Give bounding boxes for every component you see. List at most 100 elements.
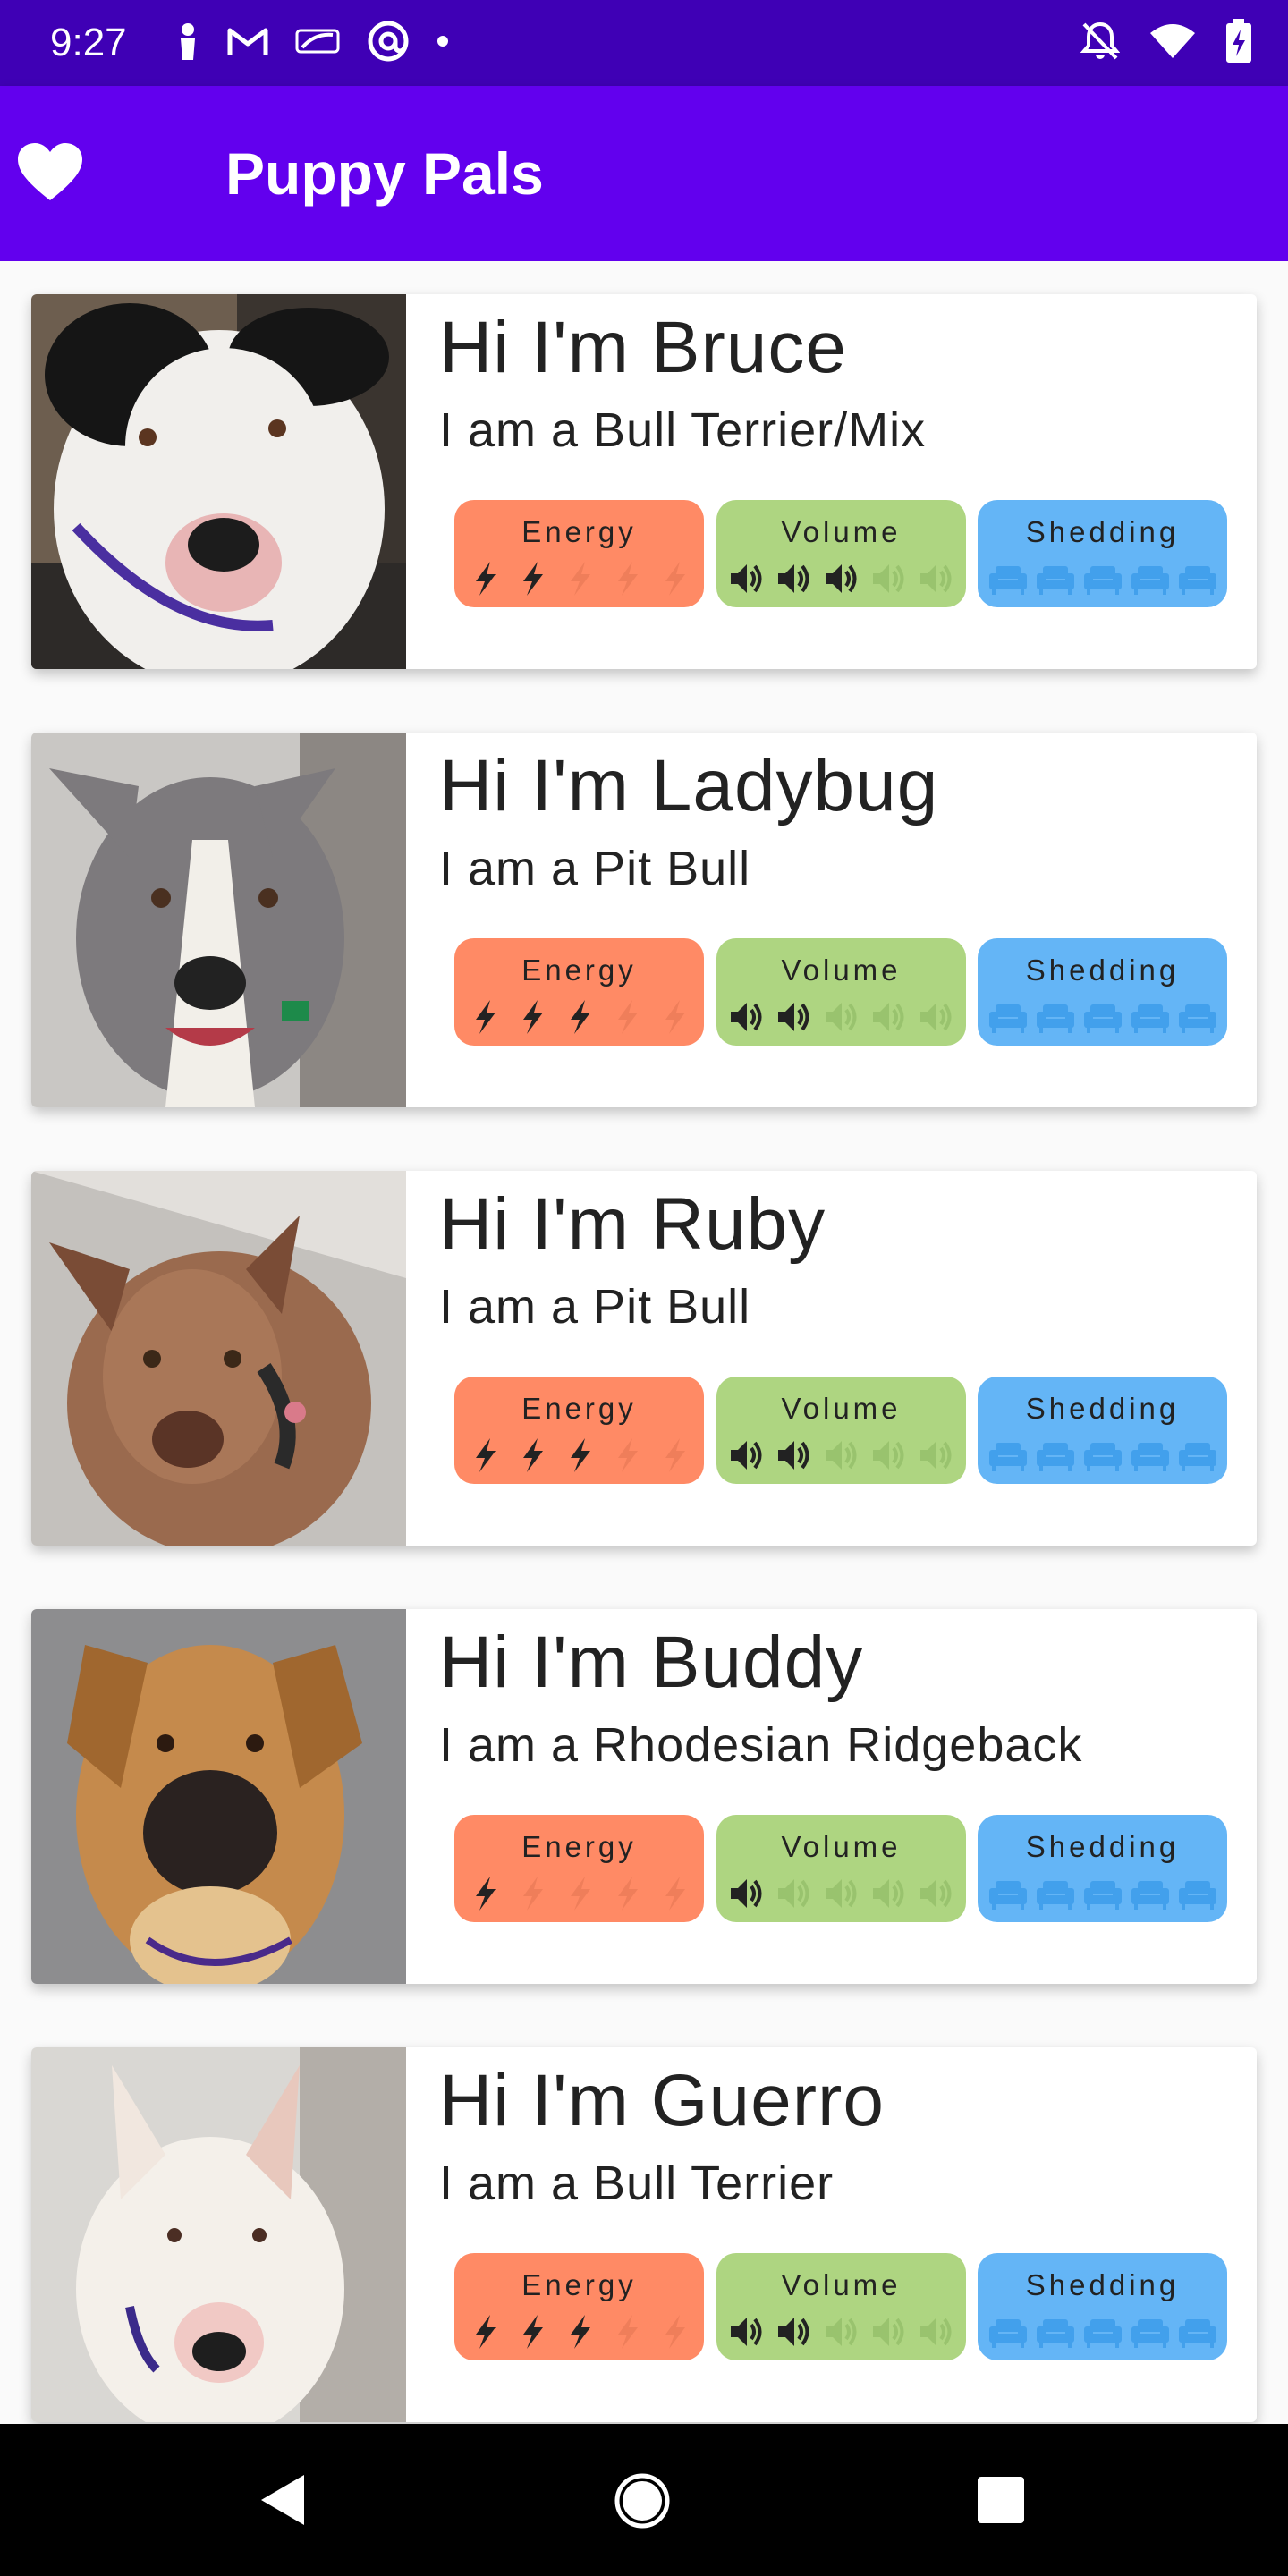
shedding-rating: Shedding	[978, 500, 1227, 607]
couch-icon	[988, 2319, 1027, 2348]
couch-icon	[988, 1004, 1027, 1033]
lightning-bolt-icon	[570, 1000, 590, 1034]
volume-icon	[919, 1003, 951, 1031]
couch-icon	[988, 1881, 1027, 1910]
battery-charging-icon	[1225, 18, 1252, 68]
dog-name: Hi I'm Buddy	[439, 1622, 864, 1703]
home-icon[interactable]	[614, 2472, 671, 2534]
dog-breed: I am a Pit Bull	[439, 1280, 751, 1334]
couch-icon	[1036, 566, 1074, 595]
couch-icon	[1178, 566, 1216, 595]
shedding-label: Shedding	[1025, 1830, 1180, 1863]
volume-icon	[825, 2318, 856, 2346]
volume-label: Volume	[781, 2268, 902, 2301]
couch-icon	[1178, 2319, 1216, 2348]
dot-icon	[436, 35, 449, 52]
dog-card[interactable]: Hi I'm Guerro I am a Bull Terrier Energy…	[31, 2047, 1257, 2422]
dog-name: Hi I'm Bruce	[439, 307, 847, 388]
dog-card[interactable]: Hi I'm Bruce I am a Bull Terrier/Mix Ene…	[31, 294, 1257, 669]
volume-icon	[872, 1879, 903, 1908]
notifications-off-icon	[1080, 21, 1121, 66]
volume-icon	[919, 2318, 951, 2346]
energy-rating: Energy	[454, 2253, 704, 2360]
volume-label: Volume	[781, 1392, 902, 1425]
shedding-rating: Shedding	[978, 1815, 1227, 1922]
volume-icons	[716, 2312, 966, 2351]
couch-icon	[1131, 1881, 1169, 1910]
couch-icon	[988, 1443, 1027, 1471]
volume-icon	[777, 1879, 809, 1908]
lightning-bolt-icon	[475, 562, 496, 596]
shedding-icons	[978, 559, 1227, 598]
shedding-rating: Shedding	[978, 2253, 1227, 2360]
back-icon[interactable]	[258, 2473, 308, 2531]
volume-icon	[777, 2318, 809, 2346]
volume-icons	[716, 997, 966, 1037]
couch-icon	[1083, 2319, 1122, 2348]
dog-card[interactable]: Hi I'm Ruby I am a Pit Bull Energy Volum…	[31, 1171, 1257, 1546]
volume-icon	[919, 1879, 951, 1908]
lightning-bolt-icon	[522, 2315, 543, 2349]
lightning-bolt-icon	[570, 1877, 590, 1911]
lightning-bolt-icon	[665, 562, 685, 596]
lightning-bolt-icon	[522, 1000, 543, 1034]
energy-rating: Energy	[454, 1815, 704, 1922]
volume-icons	[716, 1436, 966, 1475]
dog-card[interactable]: Hi I'm Ladybug I am a Pit Bull Energy Vo…	[31, 733, 1257, 1107]
couch-icon	[1131, 2319, 1169, 2348]
couch-icon	[1083, 566, 1122, 595]
couch-icon	[1036, 1004, 1074, 1033]
couch-icon	[1036, 1881, 1074, 1910]
volume-label: Volume	[781, 515, 902, 548]
couch-icon	[1178, 1443, 1216, 1471]
volume-icons	[716, 559, 966, 598]
volume-icon	[777, 564, 809, 593]
couch-icon	[1178, 1004, 1216, 1033]
shedding-icons	[978, 2312, 1227, 2351]
volume-icon	[825, 1003, 856, 1031]
lightning-bolt-icon	[617, 2315, 638, 2349]
couch-icon	[1131, 1443, 1169, 1471]
shedding-label: Shedding	[1025, 2268, 1180, 2301]
lightning-bolt-icon	[570, 1438, 590, 1472]
dog-name: Hi I'm Ruby	[439, 1183, 826, 1265]
volume-icon	[730, 2318, 761, 2346]
couch-icon	[1083, 1004, 1122, 1033]
dog-card[interactable]: Hi I'm Buddy I am a Rhodesian Ridgeback …	[31, 1609, 1257, 1984]
dog-breed: I am a Bull Terrier	[439, 2157, 835, 2210]
shedding-rating: Shedding	[978, 938, 1227, 1046]
couch-icon	[1036, 1443, 1074, 1471]
couch-icon	[1083, 1881, 1122, 1910]
volume-icon	[872, 564, 903, 593]
volume-label: Volume	[781, 1830, 902, 1863]
couch-icon	[1178, 1881, 1216, 1910]
lightning-bolt-icon	[475, 1877, 496, 1911]
status-time: 9:27	[50, 21, 127, 64]
status-bar: 9:27	[0, 0, 1288, 86]
shedding-icons	[978, 1874, 1227, 1913]
lightning-bolt-icon	[570, 562, 590, 596]
energy-label: Energy	[521, 953, 637, 987]
lightning-bolt-icon	[665, 1877, 685, 1911]
dog-list[interactable]: Hi I'm Bruce I am a Bull Terrier/Mix Ene…	[0, 261, 1288, 2424]
recents-icon[interactable]	[977, 2476, 1025, 2529]
dog-photo	[31, 2047, 406, 2422]
lightning-bolt-icon	[617, 1438, 638, 1472]
heart-icon[interactable]	[16, 141, 84, 204]
shedding-icons	[978, 997, 1227, 1037]
dog-name: Hi I'm Ladybug	[439, 745, 939, 826]
lightning-bolt-icon	[522, 1877, 543, 1911]
energy-label: Energy	[521, 2268, 637, 2301]
app-title: Puppy Pals	[225, 140, 544, 207]
volume-icon	[919, 564, 951, 593]
dog-photo	[31, 1609, 406, 1984]
volume-icon	[777, 1003, 809, 1031]
energy-rating: Energy	[454, 1377, 704, 1484]
volume-rating: Volume	[716, 1377, 966, 1484]
volume-icon	[825, 564, 856, 593]
gmail-icon	[227, 26, 268, 61]
volume-icon	[872, 2318, 903, 2346]
dog-photo	[31, 294, 406, 669]
energy-icons	[454, 1436, 704, 1475]
volume-label: Volume	[781, 953, 902, 987]
